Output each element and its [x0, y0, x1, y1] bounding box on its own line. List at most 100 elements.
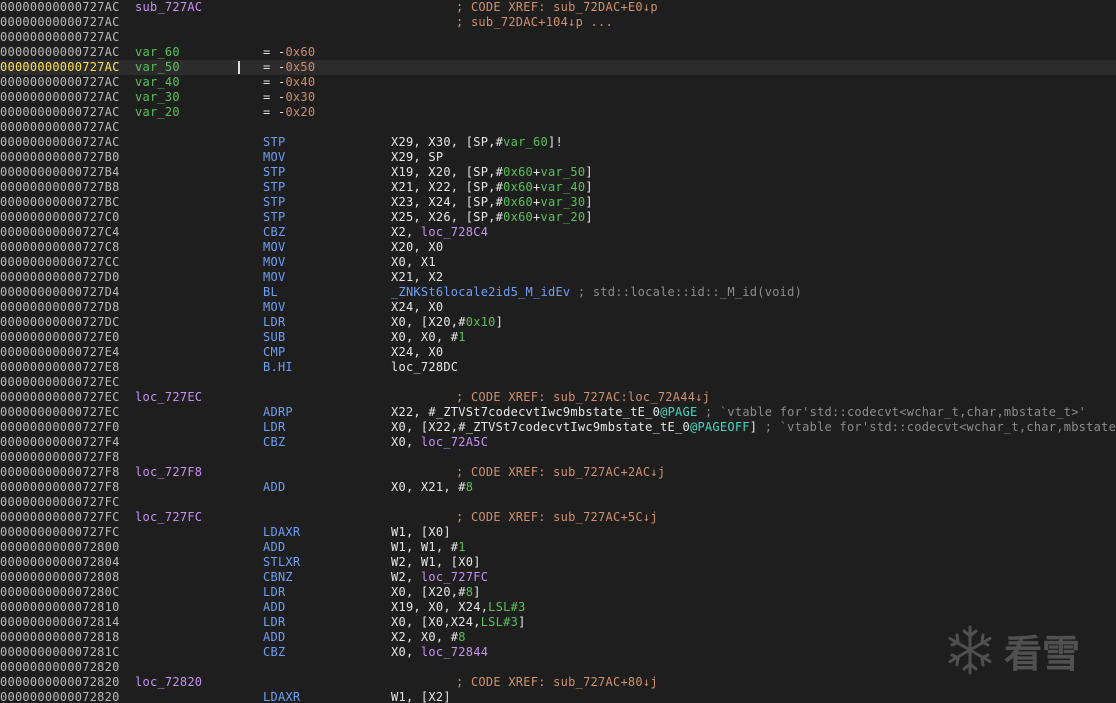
listing-line[interactable]: 00000000000727B8 STP X21, X22, [SP,#0x60+v… [0, 180, 1116, 195]
listing-line[interactable]: 00000000000727AC var_20 = -0x20 [0, 105, 1116, 120]
instruction-operands[interactable]: X24, X0 [391, 345, 443, 360]
line-address[interactable]: 0000000000072818 [0, 630, 120, 645]
disassembly-listing[interactable]: 00000000000727AC sub_727AC ; CODE XREF: su… [0, 0, 1116, 703]
stack-variable[interactable]: var_40 [135, 75, 180, 90]
code-label[interactable]: sub_727AC [135, 0, 202, 15]
operand-token[interactable]: loc_72844 [421, 645, 488, 659]
line-address[interactable]: 00000000000727B4 [0, 165, 120, 180]
instruction-operands[interactable]: X0, [X20,#0x10] [391, 315, 503, 330]
listing-line[interactable]: 00000000000727EC ADRP X22, #_ZTVSt7codecvt… [0, 405, 1116, 420]
instruction-mnemonic[interactable]: MOV [263, 300, 285, 315]
line-address[interactable]: 0000000000072804 [0, 555, 120, 570]
instruction-mnemonic[interactable]: STP [263, 210, 285, 225]
line-address[interactable]: 00000000000727F0 [0, 420, 120, 435]
listing-line[interactable]: 00000000000727AC var_60 = -0x60 [0, 45, 1116, 60]
line-address[interactable]: 00000000000727AC [0, 135, 120, 150]
listing-line[interactable]: 00000000000727B4 STP X19, X20, [SP,#0x60+v… [0, 165, 1116, 180]
line-address[interactable]: 00000000000727E4 [0, 345, 120, 360]
listing-line[interactable]: 00000000000727C4 CBZ X2, loc_728C4 [0, 225, 1116, 240]
instruction-operands[interactable]: X19, X20, [SP,#0x60+var_50] [391, 165, 593, 180]
line-address[interactable]: 00000000000727AC [0, 75, 120, 90]
listing-line[interactable]: 00000000000727AC STP X29, X30, [SP,#var_60… [0, 135, 1116, 150]
code-label[interactable]: loc_727EC [135, 390, 202, 405]
line-address[interactable]: 00000000000727FC [0, 495, 120, 510]
listing-line[interactable]: 00000000000727E4 CMP X24, X0 [0, 345, 1116, 360]
instruction-operands[interactable]: X22, #_ZTVSt7codecvtIwc9mbstate_tE_0@PAG… [391, 405, 1086, 420]
code-label[interactable]: loc_72820 [135, 675, 202, 690]
listing-line[interactable]: 00000000000727C8 MOV X20, X0 [0, 240, 1116, 255]
listing-line[interactable]: 00000000000727DC LDR X0, [X20,#0x10] [0, 315, 1116, 330]
listing-line[interactable]: 0000000000072800 ADD W1, W1, #1 [0, 540, 1116, 555]
listing-line[interactable]: 00000000000727F4 CBZ X0, loc_72A5C [0, 435, 1116, 450]
line-address[interactable]: 00000000000727D4 [0, 285, 120, 300]
instruction-mnemonic[interactable]: LDR [263, 585, 285, 600]
instruction-operands[interactable]: W1, W1, #1 [391, 540, 466, 555]
listing-line[interactable]: 00000000000727F0 LDR X0, [X22,#_ZTVSt7code… [0, 420, 1116, 435]
line-address[interactable]: 0000000000072814 [0, 615, 120, 630]
instruction-mnemonic[interactable]: CBNZ [263, 570, 293, 585]
line-address[interactable]: 00000000000727EC [0, 375, 120, 390]
instruction-mnemonic[interactable]: LDR [263, 315, 285, 330]
line-address[interactable]: 0000000000072820 [0, 675, 120, 690]
listing-line[interactable]: 00000000000727EC loc_727EC ; CODE XREF: su… [0, 390, 1116, 405]
listing-line[interactable]: 00000000000727F8 loc_727F8 ; CODE XREF: su… [0, 465, 1116, 480]
instruction-mnemonic[interactable]: ADRP [263, 405, 293, 420]
listing-line[interactable]: 00000000000727E8 B.HI loc_728DC [0, 360, 1116, 375]
line-address[interactable]: 0000000000072808 [0, 570, 120, 585]
instruction-mnemonic[interactable]: STLXR [263, 555, 300, 570]
line-address[interactable]: 00000000000727EC [0, 390, 120, 405]
instruction-operands[interactable]: X0, loc_72844 [391, 645, 488, 660]
line-address[interactable]: 00000000000727C8 [0, 240, 120, 255]
operand-token[interactable]: loc_728C4 [421, 225, 488, 239]
instruction-operands[interactable]: W2, W1, [X0] [391, 555, 481, 570]
line-address[interactable]: 00000000000727B8 [0, 180, 120, 195]
line-address[interactable]: 00000000000727F4 [0, 435, 120, 450]
instruction-operands[interactable]: X0, [X22,#_ZTVSt7codecvtIwc9mbstate_tE_0… [391, 420, 1116, 435]
instruction-mnemonic[interactable]: LDR [263, 420, 285, 435]
listing-line[interactable]: 0000000000072810 ADD X19, X0, X24,LSL#3 [0, 600, 1116, 615]
line-address[interactable]: 00000000000727FC [0, 525, 120, 540]
instruction-mnemonic[interactable]: SUB [263, 330, 285, 345]
listing-line[interactable]: 0000000000072804 STLXR W2, W1, [X0] [0, 555, 1116, 570]
instruction-mnemonic[interactable]: STP [263, 195, 285, 210]
instruction-mnemonic[interactable]: MOV [263, 255, 285, 270]
line-address[interactable]: 00000000000727AC [0, 45, 120, 60]
instruction-operands[interactable]: X0, X1 [391, 255, 436, 270]
instruction-mnemonic[interactable]: MOV [263, 270, 285, 285]
listing-line[interactable]: 00000000000727F8 [0, 450, 1116, 465]
instruction-operands[interactable]: W1, [X2] [391, 690, 451, 703]
listing-line[interactable]: 00000000000727B0 MOV X29, SP [0, 150, 1116, 165]
line-address[interactable]: 00000000000727E8 [0, 360, 120, 375]
listing-line[interactable]: 0000000000072820 LDAXR W1, [X2] [0, 690, 1116, 703]
instruction-mnemonic[interactable]: CBZ [263, 645, 285, 660]
code-label[interactable]: loc_727F8 [135, 465, 202, 480]
line-address[interactable]: 00000000000727AC [0, 30, 120, 45]
instruction-mnemonic[interactable]: ADD [263, 480, 285, 495]
listing-line[interactable]: 00000000000727F8 ADD X0, X21, #8 [0, 480, 1116, 495]
line-address[interactable]: 00000000000727C4 [0, 225, 120, 240]
line-address[interactable]: 00000000000727BC [0, 195, 120, 210]
instruction-operands[interactable]: X24, X0 [391, 300, 443, 315]
instruction-operands[interactable]: X21, X2 [391, 270, 443, 285]
instruction-mnemonic[interactable]: BL [263, 285, 278, 300]
instruction-mnemonic[interactable]: STP [263, 165, 285, 180]
instruction-operands[interactable]: _ZNKSt6locale2id5_M_idEv ; std::locale::… [391, 285, 802, 300]
line-address[interactable]: 00000000000727AC [0, 120, 120, 135]
line-address[interactable]: 0000000000072820 [0, 690, 120, 703]
listing-line[interactable]: 00000000000727AC ; sub_72DAC+104↓p ... [0, 15, 1116, 30]
instruction-mnemonic[interactable]: CBZ [263, 435, 285, 450]
instruction-operands[interactable]: X0, [X0,X24,LSL#3] [391, 615, 526, 630]
line-address[interactable]: 00000000000727AC [0, 90, 120, 105]
listing-line[interactable]: 00000000000727D8 MOV X24, X0 [0, 300, 1116, 315]
instruction-operands[interactable]: X0, X21, #8 [391, 480, 473, 495]
instruction-operands[interactable]: X0, loc_72A5C [391, 435, 488, 450]
instruction-mnemonic[interactable]: LDAXR [263, 690, 300, 703]
instruction-operands[interactable]: X29, SP [391, 150, 443, 165]
line-address[interactable]: 00000000000727F8 [0, 465, 120, 480]
listing-line[interactable]: 00000000000727FC LDAXR W1, [X0] [0, 525, 1116, 540]
instruction-mnemonic[interactable]: CBZ [263, 225, 285, 240]
line-address[interactable]: 000000000007281C [0, 645, 120, 660]
instruction-mnemonic[interactable]: ADD [263, 540, 285, 555]
instruction-operands[interactable]: X20, X0 [391, 240, 443, 255]
instruction-mnemonic[interactable]: MOV [263, 240, 285, 255]
